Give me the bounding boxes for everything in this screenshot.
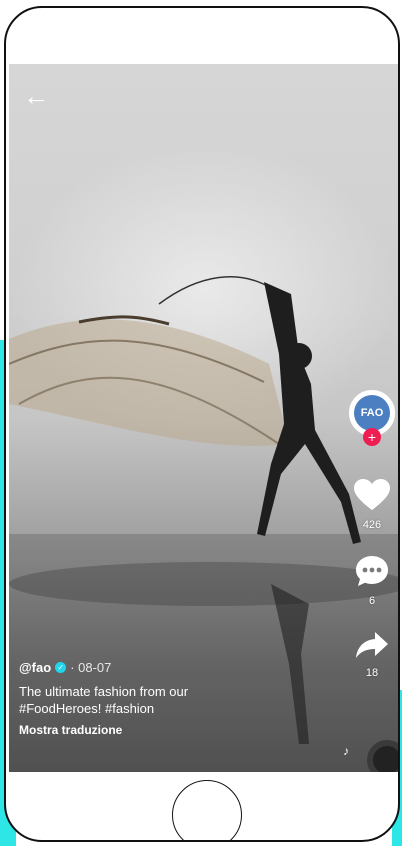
share-arrow-icon	[356, 632, 388, 658]
description-line-1: The ultimate fashion from our	[19, 684, 189, 699]
home-button[interactable]	[172, 780, 242, 840]
comment-bubble-icon	[356, 556, 388, 586]
post-description: The ultimate fashion from our #FoodHeroe…	[19, 683, 319, 717]
fao-logo: FAO	[354, 395, 390, 431]
creator-username[interactable]: @fao	[19, 660, 51, 675]
hashtags[interactable]: #FoodHeroes! #fashion	[19, 700, 319, 717]
post-date: · 08-07	[70, 660, 112, 675]
share-count: 18	[365, 667, 379, 679]
back-arrow-icon[interactable]: ←	[23, 82, 51, 110]
like-count: 426	[362, 519, 382, 531]
verified-badge-icon: ✓	[55, 662, 67, 673]
translate-link[interactable]: Mostra traduzione	[19, 723, 319, 737]
comment-count: 6	[368, 595, 376, 607]
follow-button[interactable]: +	[363, 428, 381, 446]
share-button[interactable]: 18	[343, 630, 398, 679]
phone-frame: ← FAO + 426 6 18 ♪ @fao ✓ · 08-07 The ul…	[4, 6, 400, 842]
music-disc[interactable]	[367, 740, 398, 772]
comment-button[interactable]: 6	[343, 554, 398, 607]
video-screen[interactable]: ← FAO + 426 6 18 ♪ @fao ✓ · 08-07 The ul…	[9, 64, 398, 772]
heart-icon	[354, 479, 390, 510]
post-caption: @fao ✓ · 08-07 The ultimate fashion from…	[19, 660, 319, 737]
like-button[interactable]: 426	[343, 478, 398, 531]
music-note-icon: ♪	[343, 744, 349, 758]
